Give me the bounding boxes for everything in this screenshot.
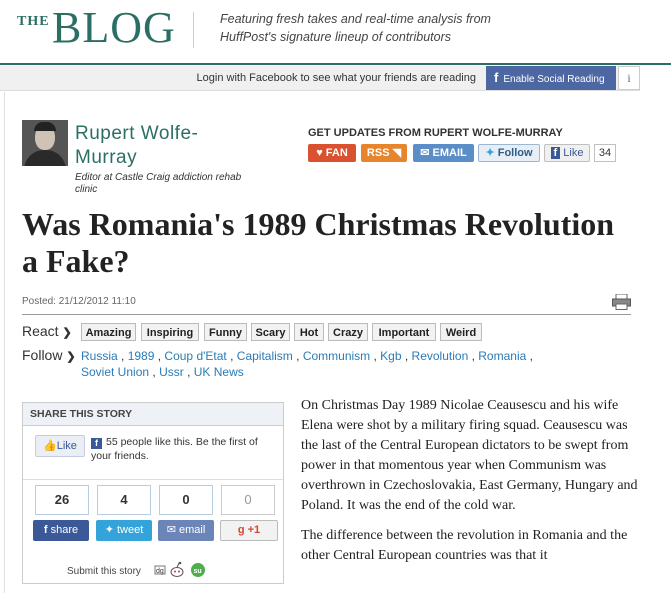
share-like-label: Like	[56, 440, 77, 452]
content-left-border	[4, 92, 5, 593]
email-subscribe-button[interactable]: ✉ EMAIL	[413, 144, 474, 162]
submit-story-label: Submit this story	[67, 566, 141, 577]
react-tag-amazing[interactable]: Amazing	[81, 323, 136, 341]
google-plus-icon: g	[237, 524, 248, 536]
follow-tag-soviet-union[interactable]: Soviet Union	[81, 365, 149, 379]
article-title: Was Romania's 1989 Christmas Revolution …	[22, 206, 615, 279]
gplus-label: +1	[247, 524, 261, 536]
react-tag-crazy[interactable]: Crazy	[328, 323, 368, 341]
article-body: On Christmas Day 1989 Nicolae Ceausescu …	[301, 396, 641, 576]
react-label: React ❯	[22, 323, 72, 339]
share-label: share	[50, 524, 79, 536]
header-divider	[193, 12, 194, 48]
react-tag-scary[interactable]: Scary	[251, 323, 290, 341]
heart-icon: ♥	[316, 147, 326, 159]
follow-tag-capitalism[interactable]: Capitalism	[237, 349, 293, 363]
follow-tags: Russia , 1989 , Coup d'Etat , Capitalism…	[81, 349, 533, 379]
follow-tag-communism[interactable]: Communism	[303, 349, 370, 363]
share-title: SHARE THIS STORY	[30, 408, 133, 420]
follow-label: Follow ❯	[22, 347, 76, 363]
follow-tag-kgb[interactable]: Kgb	[380, 349, 401, 363]
svg-text:dg: dg	[156, 568, 164, 575]
site-header: THE BLOG Featuring fresh takes and real-…	[0, 0, 671, 64]
facebook-login-text[interactable]: Login with Facebook to see what your fri…	[197, 72, 476, 84]
stumbleupon-icon[interactable]: su	[191, 563, 205, 577]
envelope-icon: ✉	[420, 147, 433, 159]
logo-blog[interactable]: BLOG	[52, 2, 176, 53]
like-label: Like	[563, 147, 584, 159]
share-count-facebook: 26	[35, 485, 89, 515]
google-plus-button[interactable]: g +1	[220, 520, 278, 541]
email-share-label: email	[178, 524, 206, 536]
follow-tag-revolution[interactable]: Revolution	[412, 349, 469, 363]
rss-label: RSS	[366, 147, 390, 159]
follow-tag-russia[interactable]: Russia	[81, 349, 118, 363]
fan-label: FAN	[325, 147, 348, 159]
thumbs-up-icon: 👍	[43, 440, 57, 452]
logo-the[interactable]: THE	[17, 14, 50, 30]
facebook-share-button[interactable]: f share	[33, 520, 89, 541]
react-tag-hot[interactable]: Hot	[294, 323, 324, 341]
facebook-social-bar: Login with Facebook to see what your fri…	[0, 66, 640, 91]
email-share-button[interactable]: ✉ email	[158, 520, 214, 541]
react-tag-funny[interactable]: Funny	[204, 323, 247, 341]
info-icon[interactable]: i	[618, 66, 640, 90]
follow-tag-romania[interactable]: Romania	[478, 349, 526, 363]
article-paragraph: On Christmas Day 1989 Nicolae Ceausescu …	[301, 398, 638, 513]
share-count-twitter: 4	[97, 485, 151, 515]
like-count-bubble: 34	[594, 144, 616, 162]
get-updates-heading: GET UPDATES FROM RUPERT WOLFE-MURRAY	[308, 127, 563, 139]
facebook-like-button[interactable]: f Like	[544, 144, 590, 162]
enable-social-reading-button[interactable]: f Enable Social Reading	[486, 66, 616, 90]
react-tag-important[interactable]: Important	[372, 323, 436, 341]
facebook-icon: f	[550, 147, 561, 159]
twitter-follow-button[interactable]: ✦ Follow	[478, 144, 540, 162]
facebook-icon: f	[91, 438, 102, 449]
digg-icon[interactable]: dg	[154, 565, 166, 575]
submit-icons: dg su	[154, 561, 205, 577]
envelope-icon: ✉	[166, 524, 179, 536]
react-tag-inspiring[interactable]: Inspiring	[141, 323, 199, 341]
follow-tag-coup-detat[interactable]: Coup d'Etat	[164, 349, 226, 363]
chevron-right-icon: ❯	[66, 351, 76, 363]
twitter-bird-icon: ✦	[104, 524, 117, 536]
share-header: SHARE THIS STORY	[23, 403, 283, 426]
title-divider	[22, 314, 631, 315]
rss-button[interactable]: RSS ◥	[361, 144, 407, 162]
author-name[interactable]: Rupert Wolfe-Murray	[75, 122, 245, 170]
posted-date: Posted: 21/12/2012 11:10	[22, 296, 136, 307]
reddit-icon[interactable]	[170, 561, 184, 577]
twitter-bird-icon: ✦	[485, 147, 498, 159]
follow-tag-ussr[interactable]: Ussr	[159, 365, 184, 379]
fan-button[interactable]: ♥ FAN	[308, 144, 356, 162]
follow-label: Follow	[497, 147, 533, 159]
facebook-like-text: 55 people like this. Be the first of you…	[91, 436, 258, 462]
share-count-gplus: 0	[221, 485, 275, 515]
share-box: SHARE THIS STORY 👍Like f 55 people like t…	[22, 402, 284, 584]
header-rule	[0, 63, 671, 65]
email-label: EMAIL	[432, 147, 467, 159]
share-separator	[23, 479, 283, 480]
share-count-email: 0	[159, 485, 213, 515]
share-like-button[interactable]: 👍Like	[35, 435, 85, 457]
article-paragraph: The difference between the revolution in…	[301, 528, 628, 563]
enable-social-reading-label: Enable Social Reading	[503, 74, 605, 85]
author-bio: Editor at Castle Craig addiction rehab c…	[75, 172, 242, 195]
follow-tag-uk-news[interactable]: UK News	[194, 365, 244, 379]
header-tagline: Featuring fresh takes and real-time anal…	[220, 12, 491, 44]
tweet-button[interactable]: ✦ tweet	[96, 520, 152, 541]
facebook-like-summary: f 55 people like this. Be the first of yo…	[91, 435, 271, 463]
rss-icon: ◥	[389, 147, 402, 159]
tweet-label: tweet	[116, 524, 144, 536]
react-tag-weird[interactable]: Weird	[440, 323, 482, 341]
printer-icon[interactable]	[612, 294, 631, 310]
chevron-right-icon: ❯	[62, 327, 72, 339]
follow-tag-1989[interactable]: 1989	[128, 349, 155, 363]
facebook-icon: f	[43, 524, 51, 536]
svg-text:su: su	[194, 568, 202, 575]
author-avatar[interactable]	[22, 120, 68, 166]
facebook-icon: f	[494, 70, 499, 85]
